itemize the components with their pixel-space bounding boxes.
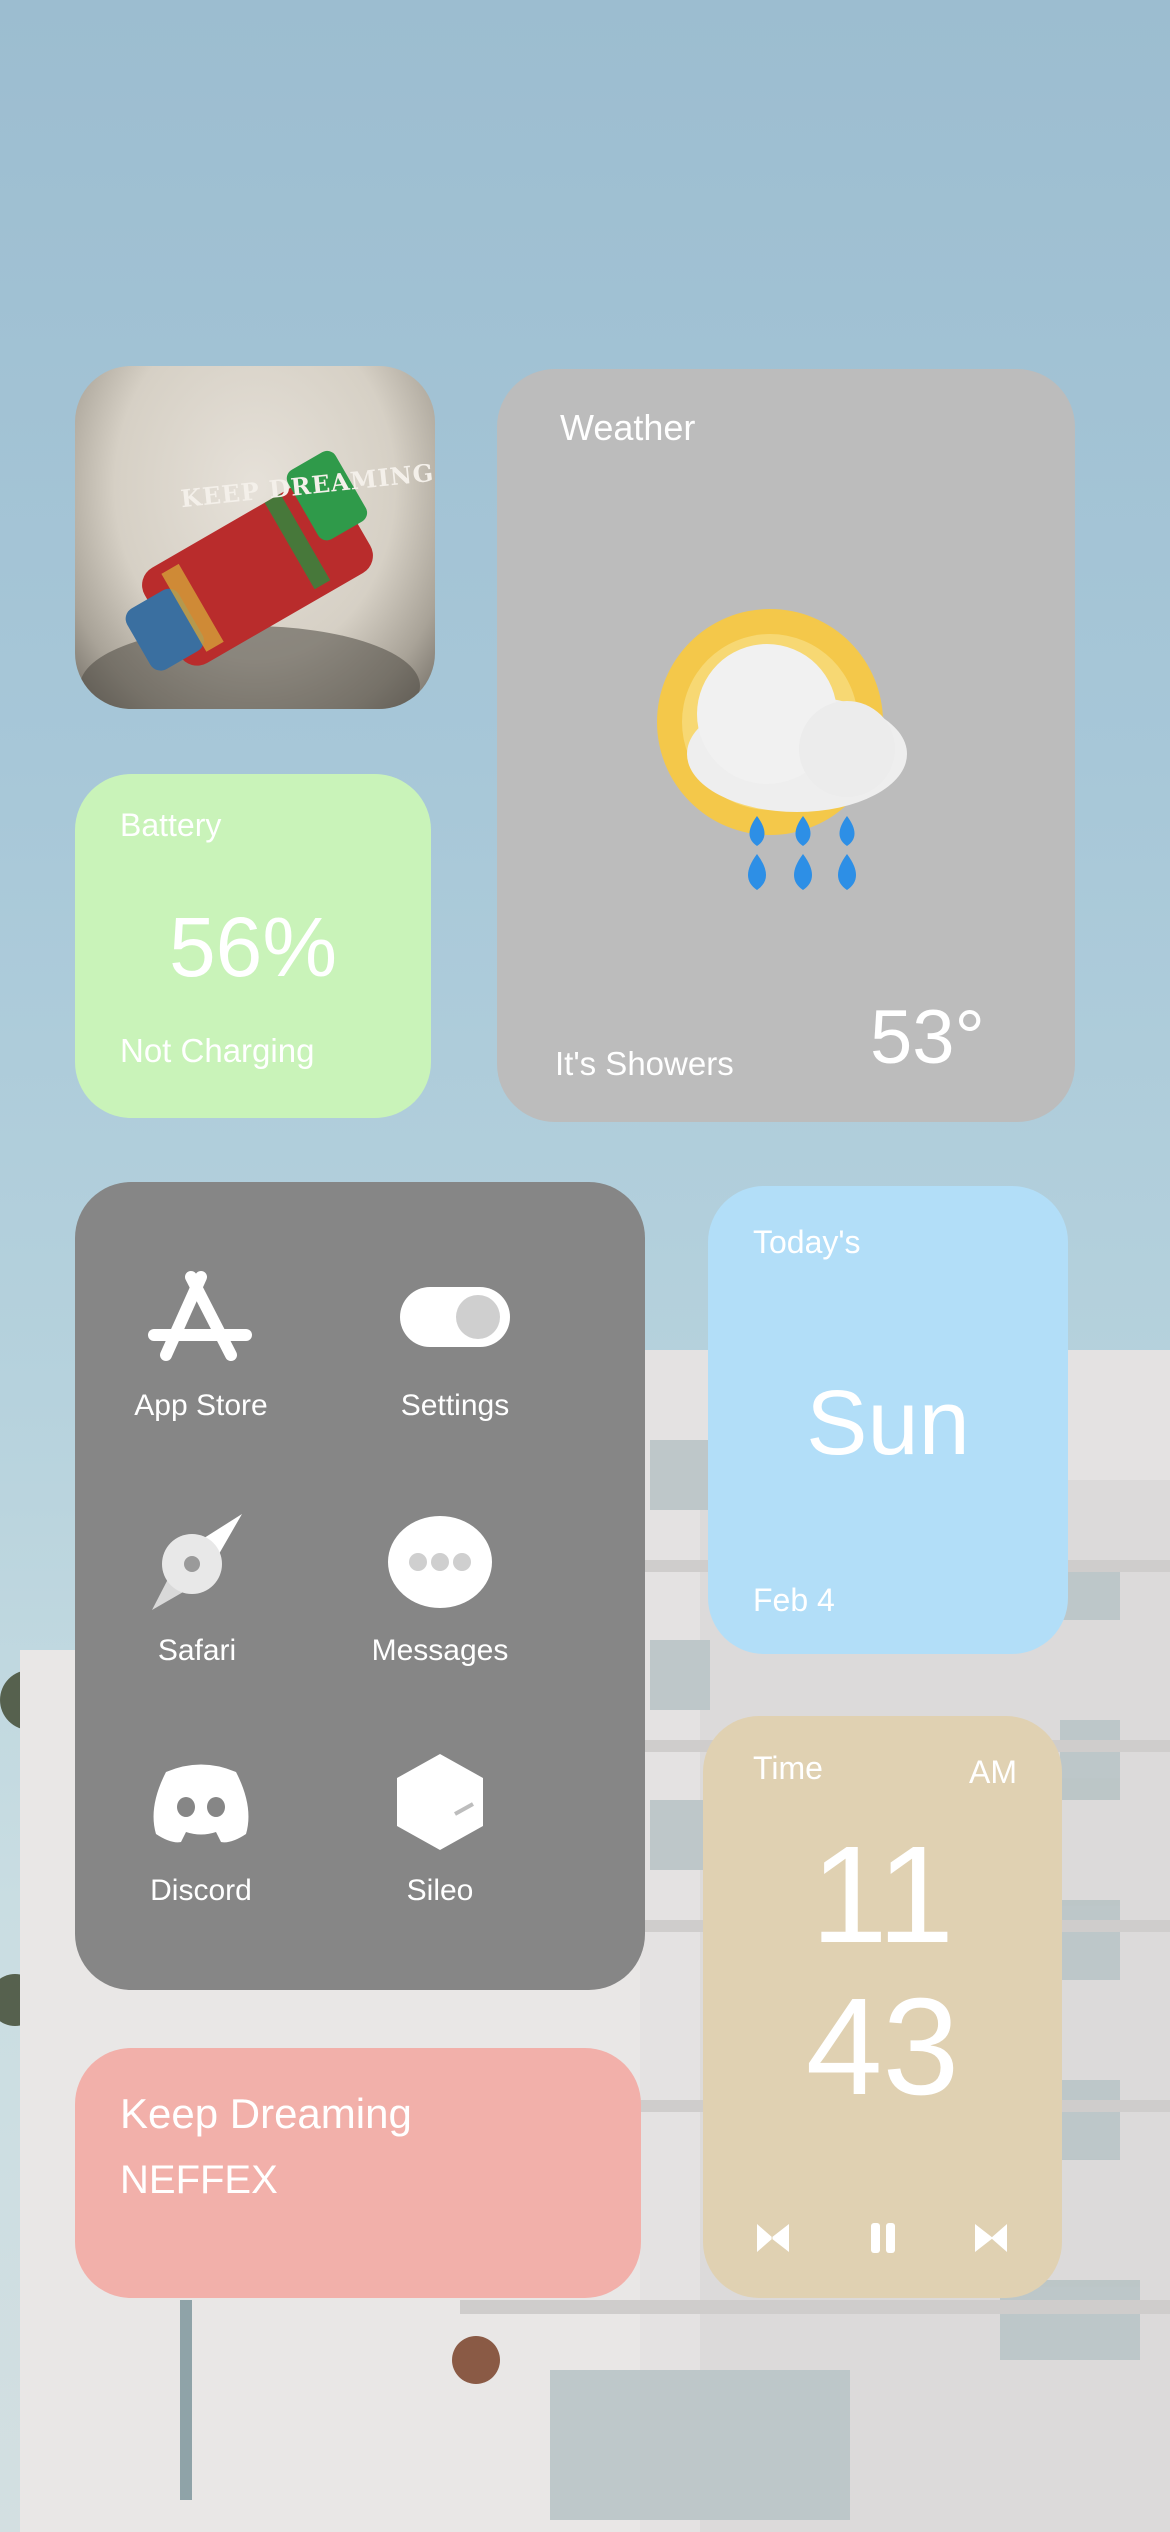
discord-icon <box>153 1764 249 1843</box>
safari-shortcut[interactable]: Safari <box>77 1512 317 1668</box>
apps-widget: App Store Settings Safari Messages Disco… <box>75 1182 645 1990</box>
discord-shortcut[interactable]: Discord <box>81 1752 321 1908</box>
previous-track-icon[interactable] <box>753 2218 793 2258</box>
battery-title: Battery <box>120 807 222 843</box>
sun-cloud-rain-icon <box>657 609 907 890</box>
messages-label: Messages <box>371 1634 509 1667</box>
date-day: Sun <box>806 1372 970 1474</box>
safari-label: Safari <box>157 1634 237 1667</box>
album-art-widget[interactable]: KEEP DREAMING <box>75 366 435 709</box>
date-string: Feb 4 <box>753 1582 835 1618</box>
weather-temperature: 53° <box>870 995 985 1080</box>
compass-icon <box>152 1514 242 1610</box>
weather-condition: It's Showers <box>555 1045 734 1082</box>
settings-shortcut[interactable]: Settings <box>335 1267 575 1423</box>
discord-label: Discord <box>150 1874 252 1907</box>
pause-icon[interactable] <box>863 2218 903 2258</box>
chat-bubble-icon <box>388 1516 492 1608</box>
app-store-shortcut[interactable]: App Store <box>81 1267 321 1423</box>
time-hour: 11 <box>810 1818 955 1972</box>
messages-shortcut[interactable]: Messages <box>320 1512 560 1668</box>
cube-icon <box>397 1754 483 1850</box>
now-playing-widget[interactable]: Keep Dreaming NEFFEX <box>75 2048 641 2298</box>
sileo-shortcut[interactable]: Sileo <box>320 1752 560 1908</box>
battery-status: Not Charging <box>120 1032 315 1069</box>
battery-percent: 56% <box>168 900 338 994</box>
toggle-icon <box>400 1287 510 1347</box>
time-minute: 43 <box>805 1970 960 2124</box>
weather-title: Weather <box>560 407 696 448</box>
battery-widget[interactable]: Battery 56% Not Charging <box>75 774 431 1118</box>
app-store-label: App Store <box>134 1389 268 1422</box>
time-title: Time <box>753 1750 823 1786</box>
next-track-icon[interactable] <box>971 2218 1011 2258</box>
time-ampm: AM <box>969 1754 1017 1790</box>
settings-label: Settings <box>400 1389 510 1422</box>
app-store-icon <box>148 1271 252 1361</box>
weather-widget[interactable]: Weather It's Showers 53° <box>497 369 1075 1122</box>
song-title: Keep Dreaming <box>120 2090 412 2137</box>
album-art <box>80 450 420 709</box>
time-widget[interactable]: Time AM 11 43 <box>703 1716 1062 2298</box>
date-title: Today's <box>753 1224 861 1260</box>
artist-name: NEFFEX <box>120 2158 278 2202</box>
sileo-label: Sileo <box>406 1874 474 1907</box>
date-widget[interactable]: Today's Sun Feb 4 <box>708 1186 1068 1654</box>
